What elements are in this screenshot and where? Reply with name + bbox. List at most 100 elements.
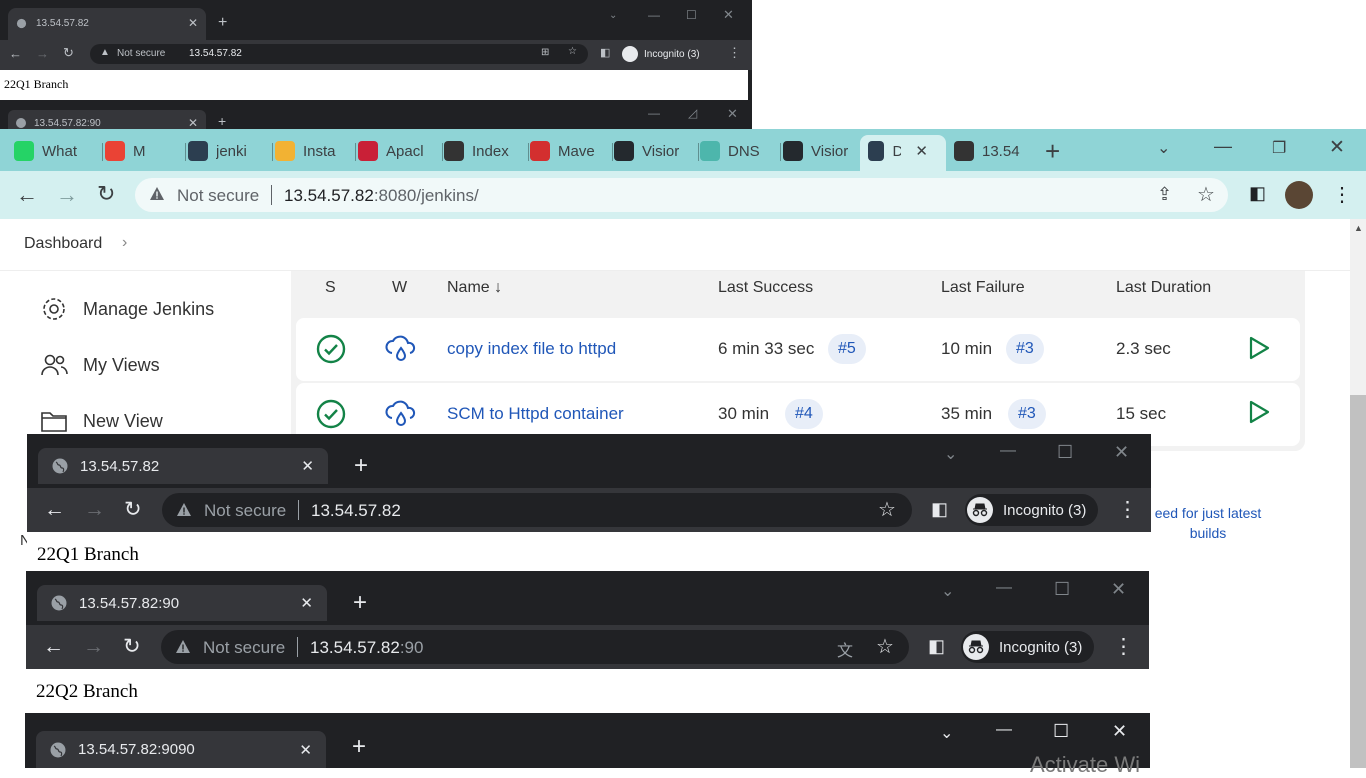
address-bar[interactable]: Not secure 13.54.57.82:90 文 ☆: [161, 630, 909, 664]
profile-avatar[interactable]: [1285, 181, 1313, 209]
job-name-link[interactable]: copy index file to httpd: [447, 339, 616, 359]
restore-icon[interactable]: ❐: [1272, 138, 1286, 158]
job-name-link[interactable]: SCM to Httpd container: [447, 404, 624, 424]
failure-build-link[interactable]: #3: [1008, 399, 1046, 429]
close-icon[interactable]: ✕: [300, 594, 313, 612]
side-panel-icon[interactable]: ◧: [928, 636, 945, 657]
column-header-last-failure[interactable]: Last Failure: [941, 279, 1025, 297]
incognito-tab[interactable]: 13.54.57.82:90 ✕: [37, 585, 327, 621]
install-app-icon[interactable]: ⊞: [541, 47, 549, 58]
minimize-icon[interactable]: —: [1000, 442, 1016, 460]
new-tab-icon[interactable]: +: [353, 589, 367, 617]
new-tab-icon[interactable]: +: [218, 113, 226, 129]
menu-icon[interactable]: ⋮: [1332, 182, 1352, 207]
back-icon[interactable]: ←: [43, 635, 64, 659]
reload-icon[interactable]: ↻: [123, 634, 141, 659]
reload-icon[interactable]: ↻: [124, 497, 142, 522]
translate-icon[interactable]: 文: [837, 637, 853, 661]
sidebar-item-my-views[interactable]: My Views: [40, 351, 160, 379]
maximize-icon[interactable]: ☐: [1057, 442, 1073, 463]
sidebar-item-new-view[interactable]: New View: [40, 407, 163, 435]
minimize-icon[interactable]: —: [996, 579, 1012, 597]
chevron-down-icon[interactable]: ⌄: [941, 581, 954, 601]
bg-tab-2[interactable]: 13.54.57.82:90 ✕: [8, 110, 206, 130]
reload-icon[interactable]: ↻: [63, 45, 74, 61]
browser-tab[interactable]: M: [105, 137, 186, 165]
close-window-icon[interactable]: ✕: [1112, 721, 1127, 742]
browser-tab[interactable]: jenki: [188, 137, 273, 165]
breadcrumb-dashboard[interactable]: Dashboard: [24, 235, 102, 253]
minimize-icon[interactable]: —: [1214, 136, 1232, 157]
close-icon[interactable]: ✕: [915, 142, 928, 160]
reload-icon[interactable]: ↻: [97, 181, 115, 207]
main-address-bar[interactable]: Not secure 13.54.57.82:8080/jenkins/ ⇪ ☆: [135, 178, 1228, 212]
success-build-link[interactable]: #5: [828, 334, 866, 364]
forward-icon[interactable]: →: [36, 46, 49, 61]
browser-tab[interactable]: Visior: [614, 137, 699, 165]
star-icon[interactable]: ☆: [876, 634, 894, 659]
column-header-last-duration[interactable]: Last Duration: [1116, 279, 1211, 297]
browser-tab[interactable]: Mave: [530, 137, 613, 165]
column-header-last-success[interactable]: Last Success: [718, 279, 813, 297]
column-header-weather[interactable]: W: [392, 279, 407, 297]
menu-icon[interactable]: ⋮: [1117, 497, 1138, 522]
failure-build-link[interactable]: #3: [1006, 334, 1044, 364]
chevron-down-icon[interactable]: ⌄: [940, 723, 953, 743]
browser-tab[interactable]: Visior: [783, 137, 863, 165]
incognito-chip[interactable]: Incognito (3): [961, 631, 1095, 663]
incognito-chip[interactable]: Incognito (3): [622, 44, 700, 64]
browser-tab[interactable]: Apacl: [358, 137, 443, 165]
browser-tab[interactable]: Insta: [275, 137, 356, 165]
star-icon[interactable]: ☆: [878, 497, 896, 522]
new-tab-icon[interactable]: +: [218, 14, 227, 32]
new-tab-icon[interactable]: +: [354, 452, 368, 480]
maximize-icon[interactable]: ☐: [686, 8, 697, 22]
minimize-icon[interactable]: —: [648, 8, 660, 22]
side-panel-icon[interactable]: ◧: [600, 46, 610, 59]
new-tab-icon[interactable]: +: [352, 733, 366, 761]
scroll-up-icon[interactable]: ▲: [1354, 223, 1363, 233]
chevron-right-icon[interactable]: ›: [122, 234, 127, 252]
page-scrollbar[interactable]: ▲: [1350, 219, 1366, 768]
bg-tab[interactable]: 13.54.57.82 ✕: [8, 8, 206, 40]
side-panel-icon[interactable]: ◧: [931, 499, 948, 520]
browser-tab[interactable]: Index: [444, 137, 529, 165]
rss-latest-builds-link[interactable]: eed for just latest builds: [1138, 503, 1278, 543]
tab-search-icon[interactable]: ⌄: [1157, 138, 1170, 158]
chevron-down-icon[interactable]: ⌄: [944, 444, 957, 464]
scrollbar-thumb[interactable]: [1350, 395, 1366, 768]
column-header-status[interactable]: S: [325, 279, 336, 297]
browser-tab[interactable]: DNS: [700, 137, 781, 165]
close-icon[interactable]: ✕: [188, 116, 198, 130]
share-icon[interactable]: ⇪: [1157, 184, 1172, 205]
browser-tab[interactable]: What: [14, 137, 103, 165]
forward-icon[interactable]: →: [83, 635, 104, 659]
close-window-icon[interactable]: ✕: [1111, 579, 1126, 600]
close-icon[interactable]: ✕: [188, 16, 198, 30]
close-window-icon[interactable]: ✕: [1329, 136, 1345, 159]
close-icon[interactable]: ✕: [299, 741, 312, 759]
maximize-icon[interactable]: ☐: [1053, 721, 1069, 742]
close-window-icon[interactable]: ✕: [1114, 442, 1129, 463]
forward-icon[interactable]: →: [84, 498, 105, 522]
chevron-down-icon[interactable]: ⌄: [609, 10, 617, 21]
back-icon[interactable]: ←: [16, 182, 38, 208]
menu-icon[interactable]: ⋮: [728, 45, 741, 61]
new-tab-icon[interactable]: +: [1045, 136, 1060, 167]
minimize-icon[interactable]: —: [996, 721, 1012, 739]
bg-address-bar[interactable]: ▲ Not secure 13.54.57.82 ⊞ ☆: [90, 44, 588, 64]
incognito-tab[interactable]: 13.54.57.82:9090 ✕: [36, 731, 326, 768]
close-window-icon[interactable]: ✕: [727, 106, 738, 122]
browser-tab[interactable]: D ✕: [868, 137, 928, 165]
close-icon[interactable]: ✕: [301, 457, 314, 475]
play-icon[interactable]: [1248, 336, 1270, 360]
incognito-tab[interactable]: 13.54.57.82 ✕: [38, 448, 328, 484]
back-icon[interactable]: ←: [9, 46, 22, 61]
success-build-link[interactable]: #4: [785, 399, 823, 429]
side-panel-icon[interactable]: ◧: [1249, 183, 1266, 204]
back-icon[interactable]: ←: [44, 498, 65, 522]
star-icon[interactable]: ☆: [1197, 182, 1215, 207]
minimize-icon[interactable]: —: [648, 106, 660, 120]
close-window-icon[interactable]: ✕: [723, 7, 734, 23]
star-icon[interactable]: ☆: [568, 46, 577, 57]
